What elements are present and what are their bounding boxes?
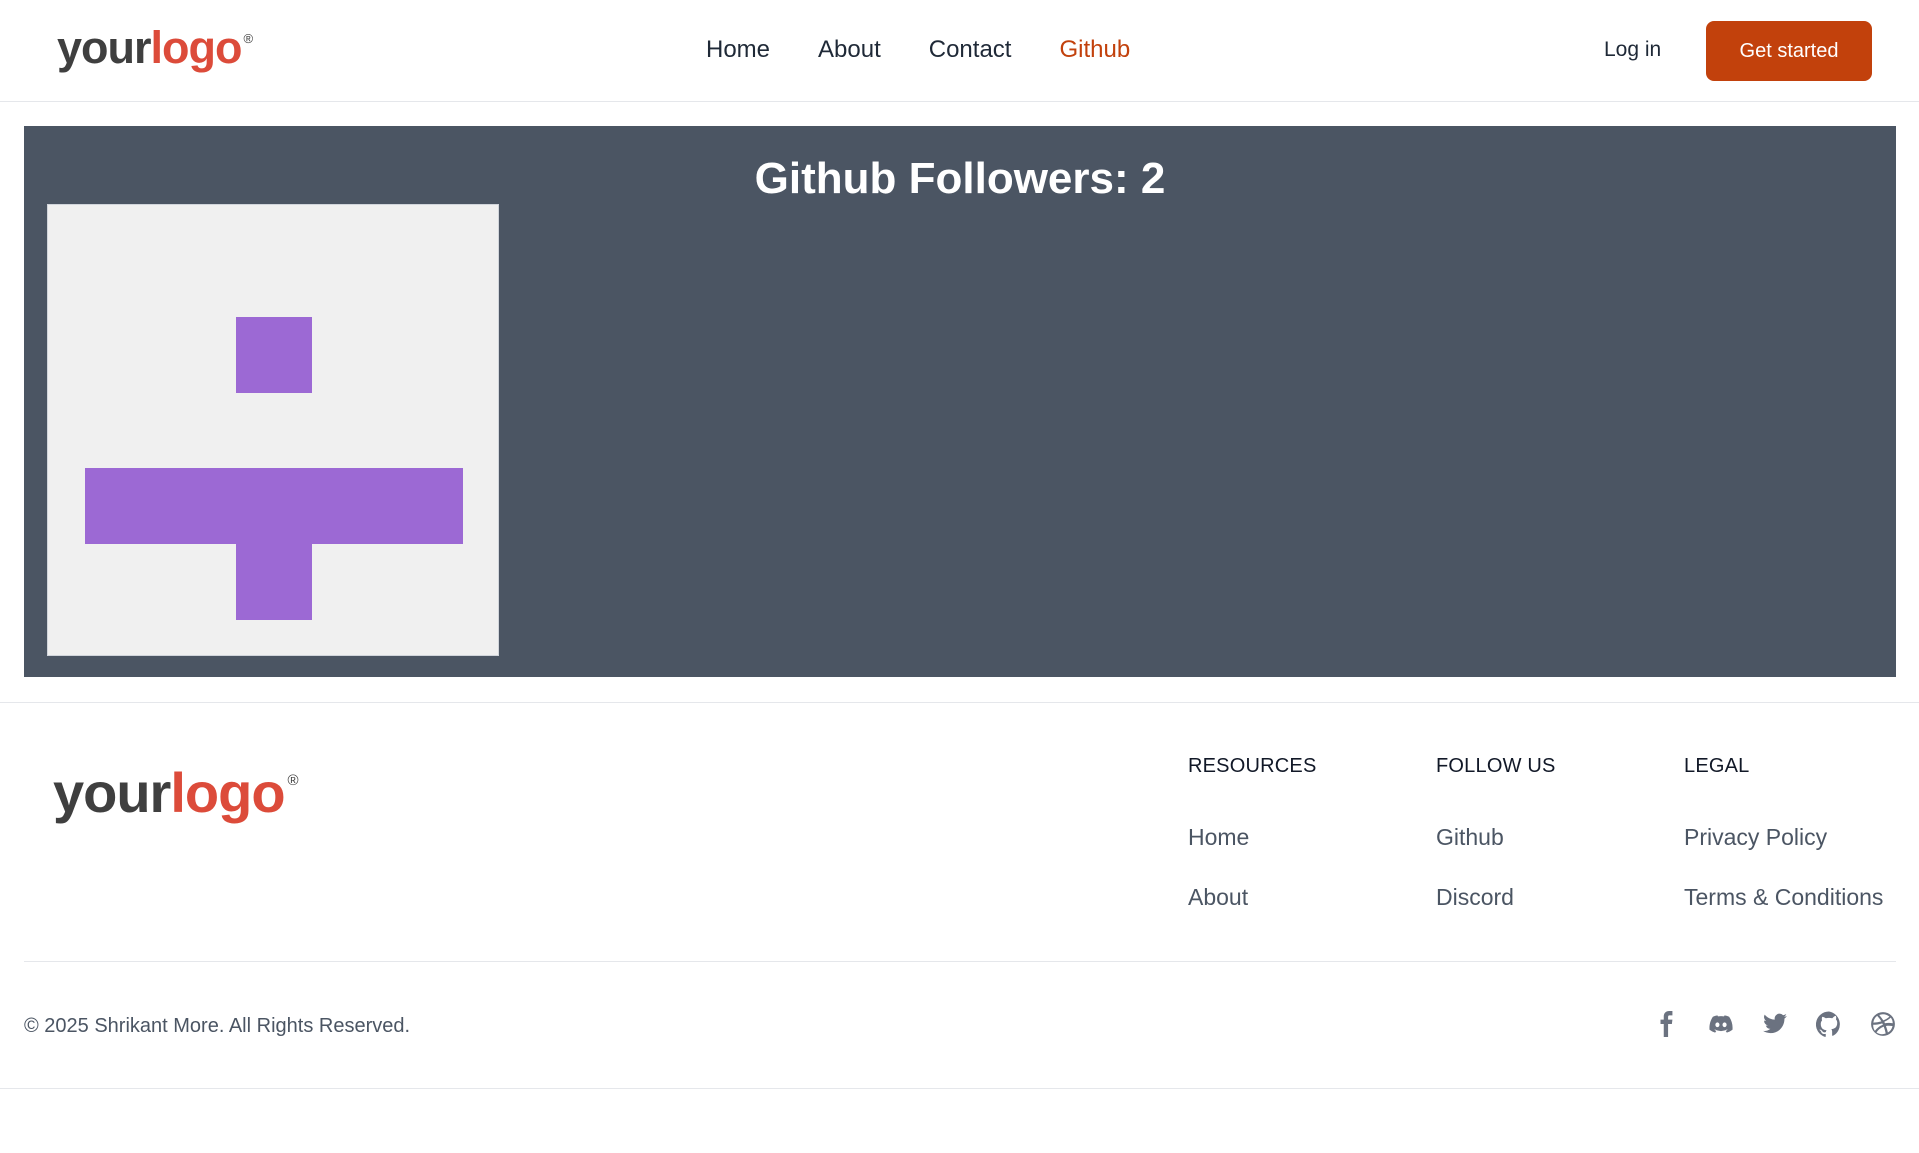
main-nav: Home About Contact Github (706, 36, 1130, 64)
twitter-icon[interactable] (1762, 1011, 1788, 1037)
footer-heading-resources: RESOURCES (1188, 755, 1317, 777)
get-started-button[interactable]: Get started (1706, 21, 1872, 81)
facebook-icon[interactable] (1654, 1011, 1680, 1037)
logo-word-logo: logo (150, 22, 243, 73)
identicon-avatar (85, 317, 463, 620)
footer-column-follow-us: FOLLOW US Github Discord (1436, 755, 1556, 944)
footer-link-home[interactable]: Home (1188, 824, 1317, 851)
registered-mark: ® (287, 772, 299, 789)
footer-link-discord[interactable]: Discord (1436, 884, 1556, 911)
copyright-text: © 2025 Shrikant More. All Rights Reserve… (24, 1015, 411, 1037)
discord-icon[interactable] (1708, 1011, 1734, 1037)
footer-link-about[interactable]: About (1188, 884, 1317, 911)
footer-link-github[interactable]: Github (1436, 824, 1556, 851)
footer-logo[interactable]: your logo ® (53, 760, 299, 825)
footer-divider (0, 702, 1919, 703)
identicon-block-bar (85, 468, 463, 544)
github-icon[interactable] (1815, 1011, 1842, 1037)
logo-word-your: your (53, 761, 171, 824)
identicon-block-top (236, 317, 312, 393)
footer-heading-legal: LEGAL (1684, 755, 1750, 777)
footer-column-resources: RESOURCES Home About (1188, 755, 1317, 944)
dribbble-icon[interactable] (1870, 1011, 1896, 1037)
footer-link-privacy-policy[interactable]: Privacy Policy (1684, 824, 1883, 851)
nav-about-link[interactable]: About (818, 36, 881, 64)
logo-word-logo: logo (170, 761, 285, 824)
page-title: Github Followers: 2 (754, 154, 1166, 203)
logo-word-your: your (57, 22, 152, 73)
nav-contact-link[interactable]: Contact (929, 36, 1012, 64)
footer-column-legal: LEGAL Privacy Policy Terms & Conditions (1684, 755, 1883, 944)
footer-heading-follow-us: FOLLOW US (1436, 755, 1556, 777)
followers-panel: Github Followers: 2 (24, 126, 1896, 677)
social-links (1654, 1011, 1896, 1037)
nav-home-link[interactable]: Home (706, 36, 770, 64)
registered-mark: ® (243, 31, 254, 46)
footer-link-terms[interactable]: Terms & Conditions (1684, 884, 1883, 911)
login-link[interactable]: Log in (1604, 38, 1661, 62)
site-header: your logo ® Home About Contact Github Lo… (0, 0, 1919, 102)
identicon-block-stem (236, 544, 312, 620)
page-bottom-border (0, 1088, 1919, 1089)
footer-separator (24, 961, 1896, 962)
nav-github-link[interactable]: Github (1059, 36, 1130, 64)
header-logo[interactable]: your logo ® (57, 22, 253, 74)
follower-avatar-card[interactable] (47, 204, 499, 656)
